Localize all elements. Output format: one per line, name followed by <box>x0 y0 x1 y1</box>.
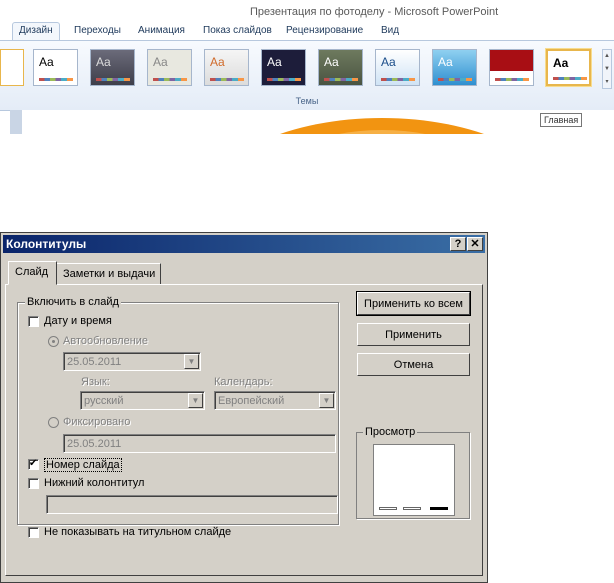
gallery-scroll[interactable]: ▲ ▼ ▾ <box>602 49 612 89</box>
ribbon-tab-review[interactable]: Рецензирование <box>286 25 363 36</box>
theme-thumbnail-selected[interactable]: Aa <box>546 49 591 86</box>
theme-thumbnail-light-blue[interactable]: Aa <box>375 49 420 86</box>
chevron-up-icon[interactable]: ▲ <box>603 50 611 63</box>
language-select[interactable]: русский ▼ <box>80 391 205 410</box>
themes-group-label: Темы <box>295 96 319 106</box>
footer-checkbox[interactable] <box>28 478 39 489</box>
preview-date-placeholder <box>379 507 397 510</box>
gallery-more-icon[interactable]: ▾ <box>603 76 611 89</box>
dont-show-title-label: Не показывать на титульном слайде <box>44 526 232 538</box>
theme-thumbnail-red[interactable] <box>489 49 534 86</box>
close-button[interactable]: ✕ <box>467 237 483 251</box>
chevron-down-icon[interactable]: ▼ <box>603 63 611 76</box>
theme-thumbnail-light[interactable]: Aa <box>147 49 192 86</box>
slides-pane-edge <box>10 110 22 134</box>
ribbon-tabbar: Дизайн Переходы Анимация Показ слайдов Р… <box>0 22 614 41</box>
footer-label: Нижний колонтитул <box>44 477 145 489</box>
chevron-down-icon[interactable]: ▼ <box>184 354 199 369</box>
auto-update-radio[interactable] <box>48 336 59 347</box>
calendar-select[interactable]: Европейский ▼ <box>214 391 336 410</box>
ribbon-tab-view[interactable]: Вид <box>381 25 399 36</box>
ribbon-tab-animation[interactable]: Анимация <box>138 25 185 36</box>
chevron-down-icon[interactable]: ▼ <box>319 393 334 408</box>
theme-thumbnail-orange[interactable]: Aa <box>204 49 249 86</box>
cancel-button[interactable]: Отмена <box>357 353 470 376</box>
theme-thumbnail-dark-navy[interactable]: Aa <box>261 49 306 86</box>
chevron-down-icon[interactable]: ▼ <box>188 393 203 408</box>
dialog-titlebar[interactable]: Колонтитулы ? ✕ <box>3 235 485 253</box>
theme-thumbnail-partial[interactable] <box>0 49 24 86</box>
preview-slide <box>373 444 455 516</box>
dont-show-title-checkbox[interactable] <box>28 527 39 538</box>
theme-tooltip: Главная <box>540 113 583 127</box>
slide-number-label: Номер слайда <box>44 458 122 472</box>
apply-to-all-button[interactable]: Применить ко всем <box>356 291 471 316</box>
date-time-label: Дату и время <box>44 315 112 327</box>
theme-thumbnail-gray[interactable]: Aa <box>90 49 135 86</box>
ribbon-tab-transitions[interactable]: Переходы <box>74 25 121 36</box>
slide-canvas <box>22 110 614 134</box>
help-button[interactable]: ? <box>450 237 466 251</box>
calendar-label: Календарь: <box>214 376 273 388</box>
theme-thumbnail-sky[interactable]: Aa <box>432 49 477 86</box>
footer-text-field[interactable] <box>46 495 338 514</box>
ribbon-tab-slideshow[interactable]: Показ слайдов <box>203 25 272 36</box>
preview-footer-placeholder <box>403 507 421 510</box>
fixed-date-field[interactable]: 25.05.2011 <box>63 434 336 453</box>
theme-thumbnail-olive[interactable]: Aa <box>318 49 363 86</box>
auto-update-label: Автообновление <box>63 335 149 347</box>
window-title: Презентация по фотоделу - Microsoft Powe… <box>250 6 499 18</box>
include-group-title: Включить в слайд <box>25 296 121 308</box>
fixed-label: Фиксировано <box>63 416 131 428</box>
apply-button[interactable]: Применить <box>357 323 470 346</box>
preview-title: Просмотр <box>363 426 418 438</box>
powerpoint-ribbon: Презентация по фотоделу - Microsoft Powe… <box>0 0 614 134</box>
ribbon-tab-design[interactable]: Дизайн <box>12 22 60 41</box>
tab-slide[interactable]: Слайд <box>8 261 57 285</box>
language-label: Язык: <box>81 376 110 388</box>
preview-number-placeholder <box>430 507 448 510</box>
theme-thumbnail-office[interactable]: Aa <box>33 49 78 86</box>
fixed-radio[interactable] <box>48 417 59 428</box>
auto-date-select[interactable]: 25.05.2011 ▼ <box>63 352 201 371</box>
dialog-title: Колонтитулы <box>6 237 87 251</box>
tab-notes-handouts[interactable]: Заметки и выдачи <box>56 263 161 285</box>
date-time-checkbox[interactable] <box>28 316 39 327</box>
header-footer-dialog: Колонтитулы ? ✕ Слайд Заметки и выдачи В… <box>0 232 488 583</box>
slide-number-checkbox[interactable] <box>28 458 39 470</box>
